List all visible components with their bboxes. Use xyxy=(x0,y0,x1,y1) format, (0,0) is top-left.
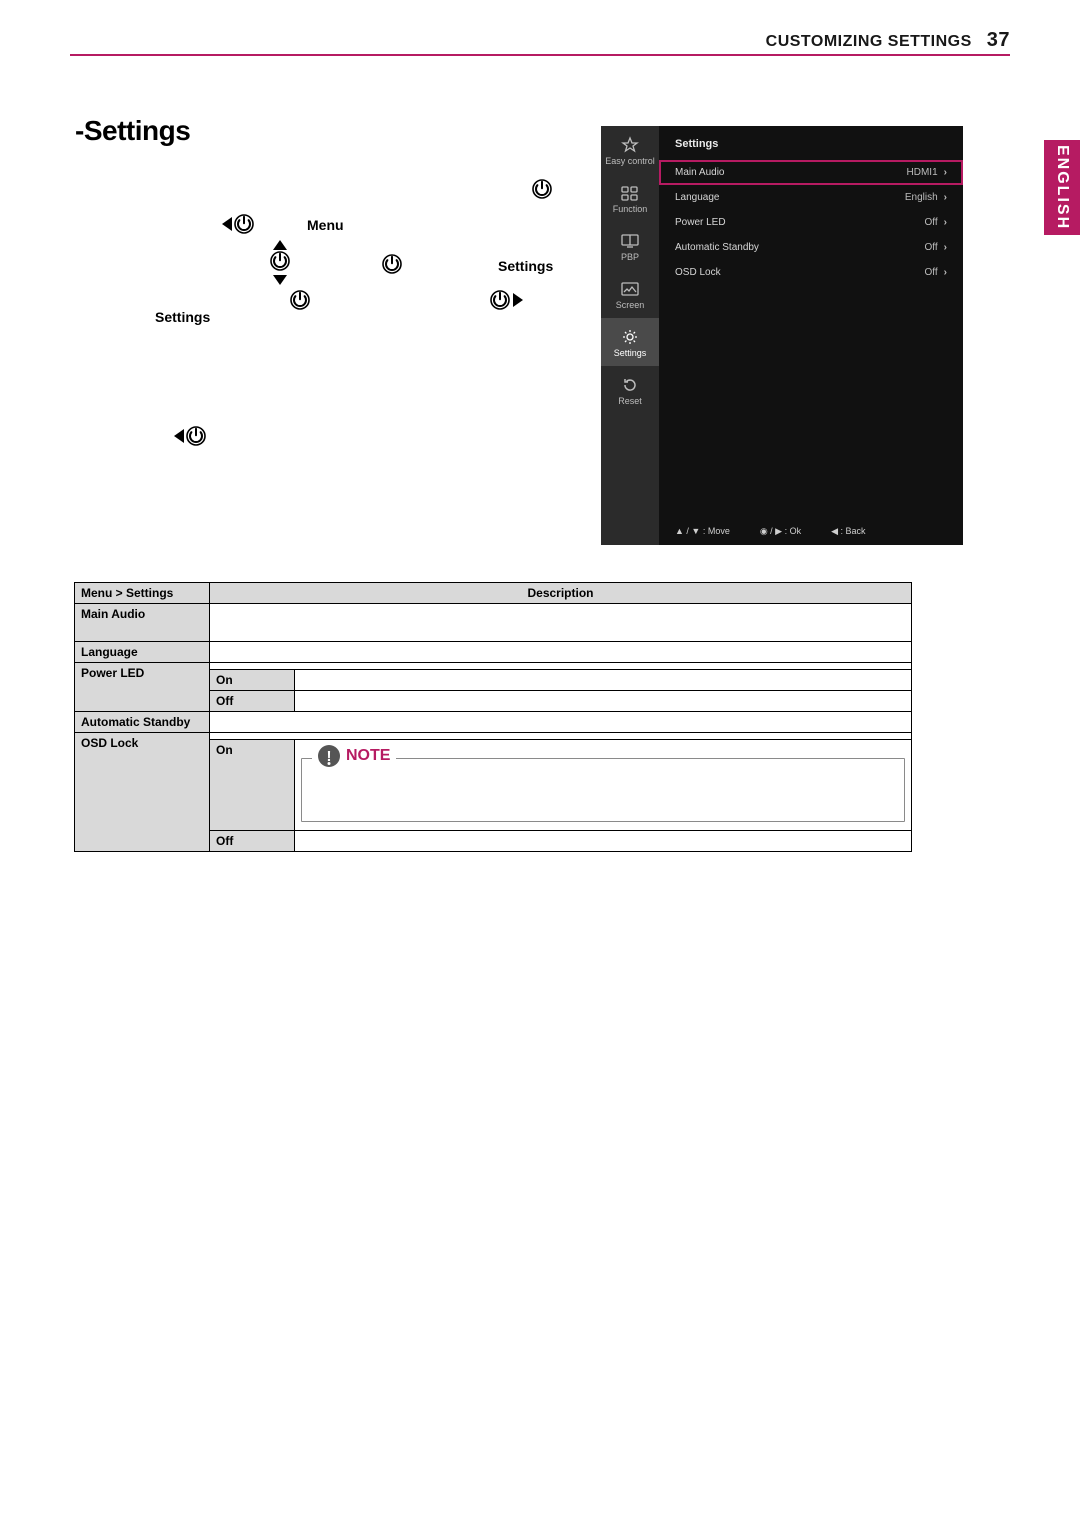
row-main-audio-label: Main Audio xyxy=(75,604,210,642)
row-power-led-label: Power LED xyxy=(75,663,210,712)
arrow-left-icon xyxy=(174,429,184,443)
row-osd-lock-off-desc xyxy=(295,831,912,852)
row-osd-lock-label: OSD Lock xyxy=(75,733,210,852)
row-osd-lock-on-label: On xyxy=(210,740,295,831)
osd-row-label: OSD Lock xyxy=(675,267,721,278)
osd-row-label: Main Audio xyxy=(675,167,724,178)
note-icon: ! xyxy=(318,745,340,767)
sidebar-item-label: Screen xyxy=(616,300,645,310)
floater-settings-right: Settings xyxy=(498,258,553,274)
osd-row-label: Power LED xyxy=(675,217,726,228)
row-auto-standby-desc xyxy=(210,712,912,733)
chevron-right-icon: › xyxy=(944,217,947,228)
sidebar-item-label: Reset xyxy=(618,396,642,406)
power-icon xyxy=(531,178,553,200)
footer-back: ◀ : Back xyxy=(831,526,865,537)
sidebar-item-screen[interactable]: Screen xyxy=(601,270,659,318)
note-label: NOTE xyxy=(346,747,390,765)
sidebar-item-label: PBP xyxy=(621,252,639,262)
footer-ok: ◉ / ▶ : Ok xyxy=(760,526,801,537)
arrow-right-icon xyxy=(513,293,523,307)
sidebar-item-label: Function xyxy=(613,204,648,214)
osd-row-value: Off xyxy=(925,242,938,253)
osd-title: Settings xyxy=(659,126,963,160)
row-osd-lock-on-desc: ! NOTE xyxy=(295,740,912,831)
sidebar-item-settings[interactable]: Settings xyxy=(601,318,659,366)
row-osd-lock-off-label: Off xyxy=(210,831,295,852)
sidebar-item-reset[interactable]: Reset xyxy=(601,366,659,414)
osd-row-value: HDMI1 xyxy=(907,167,938,178)
floater-menu: Menu xyxy=(307,217,344,233)
row-language-label: Language xyxy=(75,642,210,663)
arrow-up-icon xyxy=(273,240,287,250)
sidebar-item-function[interactable]: Function xyxy=(601,174,659,222)
osd-row-main-audio[interactable]: Main Audio HDMI1 › xyxy=(659,160,963,185)
note-badge: ! NOTE xyxy=(312,745,396,767)
row-power-led-off-label: Off xyxy=(210,691,295,712)
power-icon xyxy=(381,253,403,275)
osd-row-label: Language xyxy=(675,192,720,203)
row-power-led-off-desc xyxy=(295,691,912,712)
osd-row-value: English xyxy=(905,192,938,203)
sidebar-item-label: Easy control xyxy=(605,156,655,166)
row-auto-standby-label: Automatic Standby xyxy=(75,712,210,733)
sidebar-item-pbp[interactable]: PBP xyxy=(601,222,659,270)
row-power-led-on-desc xyxy=(295,670,912,691)
note-box: ! NOTE xyxy=(301,758,905,822)
osd-row-label: Automatic Standby xyxy=(675,242,759,253)
chevron-right-icon: › xyxy=(944,242,947,253)
osd-row-osd-lock[interactable]: OSD Lock Off › xyxy=(659,260,963,285)
osd-sidebar: Easy control Function PBP Screen Setting… xyxy=(601,126,659,545)
page-number: 37 xyxy=(987,29,1010,51)
row-osd-lock-desc xyxy=(210,733,912,740)
row-power-led-on-label: On xyxy=(210,670,295,691)
row-language-desc xyxy=(210,642,912,663)
power-icon xyxy=(269,250,291,272)
settings-description-table: Menu > Settings Description Main Audio L… xyxy=(74,582,912,852)
row-main-audio-desc xyxy=(210,604,912,642)
osd-row-power-led[interactable]: Power LED Off › xyxy=(659,210,963,235)
arrow-down-icon xyxy=(273,275,287,285)
power-icon xyxy=(489,289,511,311)
th-menu: Menu > Settings xyxy=(75,583,210,604)
osd-footer: ▲ / ▼ : Move ◉ / ▶ : Ok ◀ : Back xyxy=(675,526,947,537)
arrow-left-icon xyxy=(222,217,232,231)
osd-row-language[interactable]: Language English › xyxy=(659,185,963,210)
sidebar-item-label: Settings xyxy=(614,348,647,358)
power-icon xyxy=(233,213,255,235)
language-tab: ENGLISH xyxy=(1044,140,1080,235)
chevron-right-icon: › xyxy=(944,267,947,278)
osd-main: Settings Main Audio HDMI1 › Language Engl… xyxy=(659,126,963,545)
osd-row-value: Off xyxy=(925,217,938,228)
osd-panel: Easy control Function PBP Screen Setting… xyxy=(601,126,963,545)
page-header: CUSTOMIZING SETTINGS 37 xyxy=(70,29,1010,52)
header-rule xyxy=(70,54,1010,56)
osd-row-auto-standby[interactable]: Automatic Standby Off › xyxy=(659,235,963,260)
osd-row-value: Off xyxy=(925,267,938,278)
power-icon xyxy=(185,425,207,447)
footer-move: ▲ / ▼ : Move xyxy=(675,526,730,537)
th-description: Description xyxy=(210,583,912,604)
chevron-right-icon: › xyxy=(944,192,947,203)
row-power-led-desc xyxy=(210,663,912,670)
power-icon xyxy=(289,289,311,311)
sidebar-item-easy-control[interactable]: Easy control xyxy=(601,126,659,174)
chevron-right-icon: › xyxy=(944,167,947,178)
section-name: CUSTOMIZING SETTINGS xyxy=(766,33,972,50)
floater-settings-left: Settings xyxy=(155,309,210,325)
section-title: -Settings xyxy=(75,115,190,147)
